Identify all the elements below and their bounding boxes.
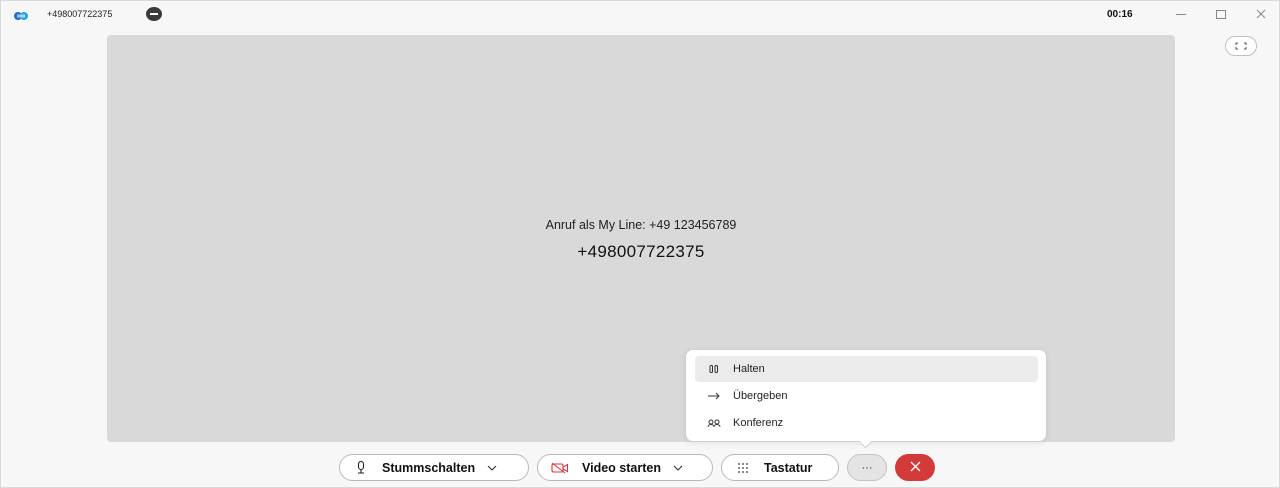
more-icon: ··· (861, 461, 873, 474)
more-options-menu: Halten Übergeben Konferenz (685, 349, 1047, 442)
call-window: +498007722375 00:16 Anruf als My Line: +… (0, 0, 1280, 488)
title-bar: +498007722375 00:16 (1, 1, 1280, 27)
remote-number: +498007722375 (577, 242, 705, 261)
menu-item-transfer[interactable]: Übergeben (695, 383, 1038, 409)
window-title: +498007722375 (47, 9, 113, 19)
close-icon (910, 459, 921, 477)
microphone-icon (340, 461, 382, 474)
video-off-icon (538, 462, 582, 474)
close-icon[interactable] (1251, 5, 1271, 23)
fullscreen-icon (1235, 37, 1247, 55)
mute-label: Stummschalten (382, 460, 476, 475)
fullscreen-button[interactable] (1225, 36, 1257, 56)
keypad-button[interactable]: Tastatur (721, 454, 839, 481)
end-call-button[interactable] (895, 454, 935, 481)
arrow-right-icon (695, 392, 733, 400)
more-options-button[interactable]: ··· (847, 454, 887, 481)
menu-pointer (859, 441, 871, 449)
call-timer: 00:16 (1107, 9, 1133, 20)
chevron-down-icon[interactable] (487, 465, 497, 471)
keypad-icon (722, 462, 764, 474)
menu-item-label: Übergeben (733, 390, 788, 402)
chevron-down-icon[interactable] (673, 465, 683, 471)
calling-as-text: Anruf als My Line: +49 123456789 (545, 218, 737, 232)
menu-item-label: Konferenz (733, 417, 784, 429)
video-label: Video starten (582, 460, 661, 475)
pause-icon (695, 365, 733, 373)
maximize-icon[interactable] (1211, 5, 1231, 23)
menu-item-label: Halten (733, 363, 765, 375)
mute-button[interactable]: Stummschalten (339, 454, 529, 481)
minimize-icon[interactable] (1171, 5, 1191, 23)
menu-item-hold[interactable]: Halten (695, 356, 1038, 382)
status-icon[interactable] (146, 7, 162, 21)
start-video-button[interactable]: Video starten (537, 454, 713, 481)
conference-icon (695, 419, 733, 428)
keypad-label: Tastatur (764, 460, 813, 475)
menu-item-conference[interactable]: Konferenz (695, 410, 1038, 436)
app-logo-icon (13, 8, 29, 20)
